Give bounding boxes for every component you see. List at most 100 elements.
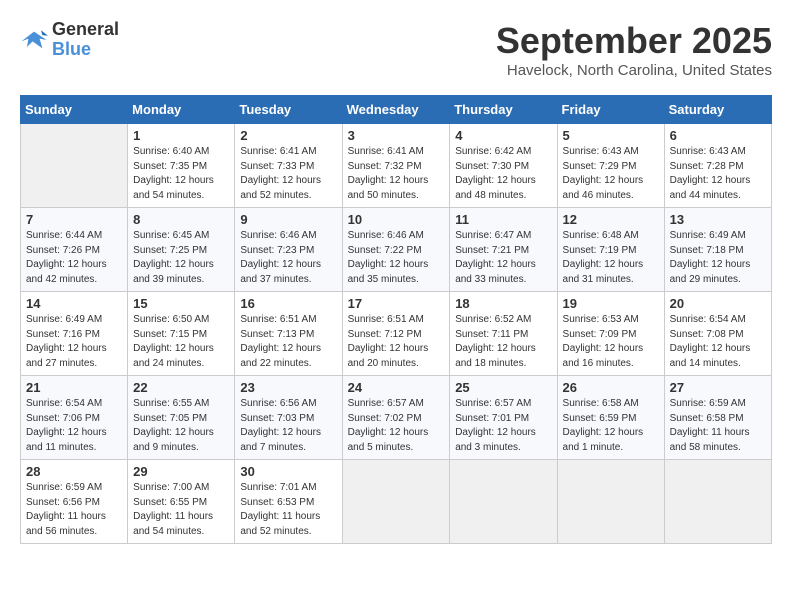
day-number: 26 (563, 380, 659, 395)
calendar-cell: 21 Sunrise: 6:54 AM Sunset: 7:06 PM Dayli… (21, 376, 128, 460)
day-info: Sunrise: 6:53 AM Sunset: 7:09 PM Dayligh… (563, 313, 659, 371)
logo: General Blue (20, 20, 119, 60)
calendar-cell: 9Sunrise: 6:46 AM Sunset: 7:23 PM Daylig… (235, 208, 342, 292)
day-info: Sunrise: 6:49 AM Sunset: 7:18 PM Dayligh… (670, 229, 766, 287)
day-number: 6 (670, 128, 766, 143)
day-info: Sunrise: 6:46 AM Sunset: 7:22 PM Dayligh… (348, 229, 445, 287)
calendar-cell (557, 460, 664, 544)
calendar-cell: 18Sunrise: 6:52 AM Sunset: 7:11 PM Dayli… (450, 292, 557, 376)
col-header-sunday: Sunday (21, 96, 128, 124)
day-number: 11 (455, 212, 551, 227)
calendar-cell: 29 Sunrise: 7:00 AM Sunset: 6:55 PM Dayli… (128, 460, 235, 544)
calendar-cell: 13 Sunrise: 6:49 AM Sunset: 7:18 PM Dayli… (664, 208, 771, 292)
calendar-cell: 11 Sunrise: 6:47 AM Sunset: 7:21 PM Dayli… (450, 208, 557, 292)
calendar-week-row: 1Sunrise: 6:40 AM Sunset: 7:35 PM Daylig… (21, 124, 772, 208)
calendar-cell: 10 Sunrise: 6:46 AM Sunset: 7:22 PM Dayli… (342, 208, 450, 292)
day-number: 28 (26, 464, 122, 479)
day-info: Sunrise: 6:47 AM Sunset: 7:21 PM Dayligh… (455, 229, 551, 287)
day-info: Sunrise: 6:51 AM Sunset: 7:12 PM Dayligh… (348, 313, 445, 371)
day-info: Sunrise: 6:59 AM Sunset: 6:56 PM Dayligh… (26, 481, 122, 539)
calendar-cell: 4 Sunrise: 6:42 AM Sunset: 7:30 PM Daylig… (450, 124, 557, 208)
page-header: General Blue September 2025 Havelock, No… (20, 20, 772, 79)
location: Havelock, North Carolina, United States (496, 62, 772, 79)
day-info: Sunrise: 6:43 AM Sunset: 7:29 PM Dayligh… (563, 145, 659, 203)
calendar-cell: 16 Sunrise: 6:51 AM Sunset: 7:13 PM Dayli… (235, 292, 342, 376)
day-info: Sunrise: 6:51 AM Sunset: 7:13 PM Dayligh… (240, 313, 336, 371)
calendar-table: SundayMondayTuesdayWednesdayThursdayFrid… (20, 95, 772, 544)
col-header-friday: Friday (557, 96, 664, 124)
day-info: Sunrise: 6:58 AM Sunset: 6:59 PM Dayligh… (563, 397, 659, 455)
day-info: Sunrise: 6:54 AM Sunset: 7:06 PM Dayligh… (26, 397, 122, 455)
day-info: Sunrise: 6:46 AM Sunset: 7:23 PM Dayligh… (240, 229, 336, 287)
day-info: Sunrise: 6:45 AM Sunset: 7:25 PM Dayligh… (133, 229, 229, 287)
calendar-cell: 30 Sunrise: 7:01 AM Sunset: 6:53 PM Dayli… (235, 460, 342, 544)
day-info: Sunrise: 6:48 AM Sunset: 7:19 PM Dayligh… (563, 229, 659, 287)
calendar-week-row: 7Sunrise: 6:44 AM Sunset: 7:26 PM Daylig… (21, 208, 772, 292)
day-info: Sunrise: 6:57 AM Sunset: 7:01 PM Dayligh… (455, 397, 551, 455)
day-info: Sunrise: 6:52 AM Sunset: 7:11 PM Dayligh… (455, 313, 551, 371)
col-header-monday: Monday (128, 96, 235, 124)
day-info: Sunrise: 6:49 AM Sunset: 7:16 PM Dayligh… (26, 313, 122, 371)
calendar-cell: 14 Sunrise: 6:49 AM Sunset: 7:16 PM Dayli… (21, 292, 128, 376)
day-number: 15 (133, 296, 229, 311)
calendar-cell (450, 460, 557, 544)
calendar-cell: 8Sunrise: 6:45 AM Sunset: 7:25 PM Daylig… (128, 208, 235, 292)
day-number: 30 (240, 464, 336, 479)
day-number: 10 (348, 212, 445, 227)
day-info: Sunrise: 6:54 AM Sunset: 7:08 PM Dayligh… (670, 313, 766, 371)
calendar-cell: 25 Sunrise: 6:57 AM Sunset: 7:01 PM Dayli… (450, 376, 557, 460)
calendar-cell: 7Sunrise: 6:44 AM Sunset: 7:26 PM Daylig… (21, 208, 128, 292)
calendar-cell: 1Sunrise: 6:40 AM Sunset: 7:35 PM Daylig… (128, 124, 235, 208)
calendar-cell: 27 Sunrise: 6:59 AM Sunset: 6:58 PM Dayli… (664, 376, 771, 460)
col-header-thursday: Thursday (450, 96, 557, 124)
calendar-cell: 17 Sunrise: 6:51 AM Sunset: 7:12 PM Dayli… (342, 292, 450, 376)
day-info: Sunrise: 6:57 AM Sunset: 7:02 PM Dayligh… (348, 397, 445, 455)
title-block: September 2025 Havelock, North Carolina,… (496, 20, 772, 79)
day-number: 23 (240, 380, 336, 395)
day-info: Sunrise: 7:01 AM Sunset: 6:53 PM Dayligh… (240, 481, 336, 539)
col-header-tuesday: Tuesday (235, 96, 342, 124)
calendar-cell: 23 Sunrise: 6:56 AM Sunset: 7:03 PM Dayli… (235, 376, 342, 460)
col-header-saturday: Saturday (664, 96, 771, 124)
day-number: 27 (670, 380, 766, 395)
day-number: 4 (455, 128, 551, 143)
day-number: 17 (348, 296, 445, 311)
calendar-cell: 12 Sunrise: 6:48 AM Sunset: 7:19 PM Dayli… (557, 208, 664, 292)
day-number: 20 (670, 296, 766, 311)
day-number: 14 (26, 296, 122, 311)
day-number: 13 (670, 212, 766, 227)
day-number: 16 (240, 296, 336, 311)
logo-line2: Blue (52, 40, 119, 60)
calendar-cell: 15 Sunrise: 6:50 AM Sunset: 7:15 PM Dayli… (128, 292, 235, 376)
day-info: Sunrise: 6:56 AM Sunset: 7:03 PM Dayligh… (240, 397, 336, 455)
calendar-cell: 24 Sunrise: 6:57 AM Sunset: 7:02 PM Dayli… (342, 376, 450, 460)
day-number: 29 (133, 464, 229, 479)
calendar-cell: 5 Sunrise: 6:43 AM Sunset: 7:29 PM Daylig… (557, 124, 664, 208)
calendar-cell: 22 Sunrise: 6:55 AM Sunset: 7:05 PM Dayli… (128, 376, 235, 460)
day-info: Sunrise: 6:55 AM Sunset: 7:05 PM Dayligh… (133, 397, 229, 455)
day-number: 2 (240, 128, 336, 143)
day-info: Sunrise: 6:59 AM Sunset: 6:58 PM Dayligh… (670, 397, 766, 455)
day-number: 5 (563, 128, 659, 143)
day-number: 19 (563, 296, 659, 311)
day-info: Sunrise: 7:00 AM Sunset: 6:55 PM Dayligh… (133, 481, 229, 539)
calendar-cell: 19 Sunrise: 6:53 AM Sunset: 7:09 PM Dayli… (557, 292, 664, 376)
day-info: Sunrise: 6:41 AM Sunset: 7:33 PM Dayligh… (240, 145, 336, 203)
day-number: 25 (455, 380, 551, 395)
day-number: 7 (26, 212, 122, 227)
logo-icon (20, 26, 48, 54)
calendar-cell: 6Sunrise: 6:43 AM Sunset: 7:28 PM Daylig… (664, 124, 771, 208)
day-number: 21 (26, 380, 122, 395)
calendar-cell: 2 Sunrise: 6:41 AM Sunset: 7:33 PM Daylig… (235, 124, 342, 208)
col-header-wednesday: Wednesday (342, 96, 450, 124)
day-number: 22 (133, 380, 229, 395)
month-title: September 2025 (496, 20, 772, 62)
day-info: Sunrise: 6:42 AM Sunset: 7:30 PM Dayligh… (455, 145, 551, 203)
calendar-cell: 3Sunrise: 6:41 AM Sunset: 7:32 PM Daylig… (342, 124, 450, 208)
calendar-week-row: 14 Sunrise: 6:49 AM Sunset: 7:16 PM Dayli… (21, 292, 772, 376)
day-info: Sunrise: 6:50 AM Sunset: 7:15 PM Dayligh… (133, 313, 229, 371)
day-number: 24 (348, 380, 445, 395)
day-info: Sunrise: 6:40 AM Sunset: 7:35 PM Dayligh… (133, 145, 229, 203)
day-number: 12 (563, 212, 659, 227)
calendar-cell: 28 Sunrise: 6:59 AM Sunset: 6:56 PM Dayli… (21, 460, 128, 544)
